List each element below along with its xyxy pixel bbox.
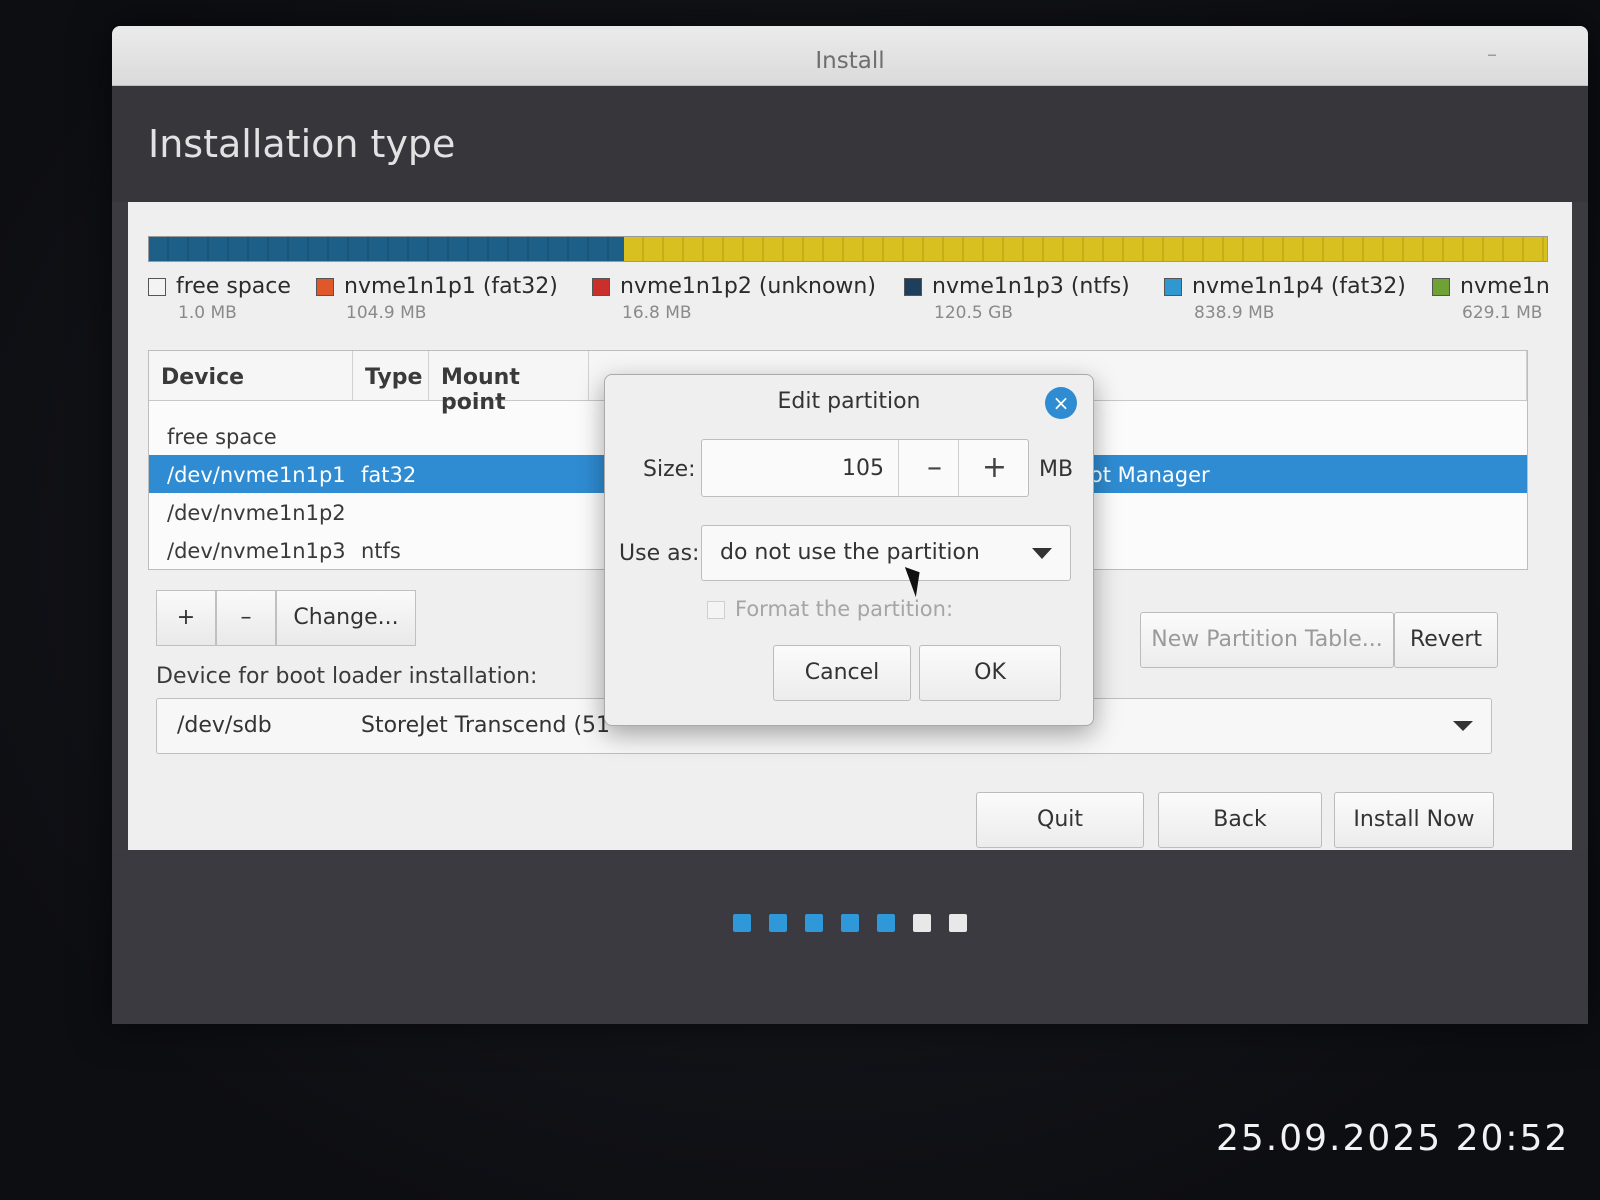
add-partition-button[interactable]: + <box>156 590 216 646</box>
legend-item: nvme1n 629.1 MB <box>1432 274 1550 323</box>
size-unit: MB <box>1039 457 1074 482</box>
progress-dot <box>877 914 895 932</box>
partition-bar-segment-ntfs <box>149 237 625 261</box>
progress-dot <box>841 914 859 932</box>
progress-dot <box>769 914 787 932</box>
page-title: Installation type <box>148 122 456 166</box>
partition-bar-segment-other <box>624 237 1547 261</box>
legend-item: nvme1n1p3 (ntfs) 120.5 GB <box>904 274 1130 323</box>
footer <box>112 850 1588 1024</box>
legend-swatch <box>1164 277 1182 296</box>
size-spinbox[interactable]: 105 – + <box>701 439 1029 497</box>
boot-loader-device-name: StoreJet Transcend (51 <box>361 713 611 738</box>
photo-timestamp: 25.09.2025 20:52 <box>1216 1118 1570 1159</box>
legend-name: nvme1n <box>1460 274 1550 299</box>
format-partition-option[interactable]: Format the partition: <box>707 597 953 621</box>
legend-item: nvme1n1p1 (fat32) 104.9 MB <box>316 274 558 323</box>
row-device: /dev/nvme1n1p3 <box>167 539 346 563</box>
header: Installation type <box>112 86 1588 202</box>
boot-loader-label: Device for boot loader installation: <box>156 664 538 689</box>
column-header-device[interactable]: Device <box>149 351 353 400</box>
legend-swatch <box>592 277 610 296</box>
dialog-close-button[interactable]: × <box>1045 387 1077 419</box>
legend-item: nvme1n1p2 (unknown) 16.8 MB <box>592 274 876 323</box>
legend-size: 838.9 MB <box>1194 303 1275 323</box>
format-checkbox[interactable] <box>707 601 725 619</box>
row-device: /dev/nvme1n1p1 <box>167 463 346 487</box>
legend-size: 120.5 GB <box>934 303 1013 323</box>
size-value[interactable]: 105 <box>702 456 884 481</box>
legend-size: 1.0 MB <box>178 303 237 323</box>
legend-name: nvme1n1p1 (fat32) <box>344 274 558 299</box>
use-as-select[interactable]: do not use the partition <box>701 525 1071 581</box>
size-label: Size: <box>643 457 696 482</box>
use-as-value: do not use the partition <box>720 540 980 565</box>
photo-frame: Install – × Installation type free space… <box>0 0 1600 1200</box>
legend-size: 16.8 MB <box>622 303 692 323</box>
boot-loader-device: /dev/sdb <box>177 713 272 738</box>
column-header-type[interactable]: Type <box>353 351 429 400</box>
increase-size-button[interactable]: + <box>958 440 1030 496</box>
progress-dot <box>733 914 751 932</box>
progress-dot <box>805 914 823 932</box>
legend-swatch <box>904 277 922 296</box>
row-device: free space <box>167 425 277 449</box>
quit-button[interactable]: Quit <box>976 792 1144 848</box>
dialog-ok-button[interactable]: OK <box>919 645 1061 701</box>
partition-bar <box>148 236 1548 262</box>
back-button[interactable]: Back <box>1158 792 1322 848</box>
legend-item: nvme1n1p4 (fat32) 838.9 MB <box>1164 274 1406 323</box>
legend-name: nvme1n1p4 (fat32) <box>1192 274 1406 299</box>
legend-name: nvme1n1p2 (unknown) <box>620 274 876 299</box>
row-type: fat32 <box>361 463 417 487</box>
use-as-label: Use as: <box>619 541 700 566</box>
legend-size: 104.9 MB <box>346 303 427 323</box>
legend-swatch <box>316 277 334 296</box>
chevron-down-icon <box>1453 721 1473 731</box>
row-extra: oot Manager <box>1077 463 1210 487</box>
titlebar: Install – <box>112 26 1588 86</box>
progress-dot <box>913 914 931 932</box>
install-now-button[interactable]: Install Now <box>1334 792 1494 848</box>
chevron-down-icon <box>1032 548 1052 559</box>
row-device: /dev/nvme1n1p2 <box>167 501 346 525</box>
row-type: ntfs <box>361 539 401 563</box>
new-partition-table-button[interactable]: New Partition Table... <box>1140 612 1394 668</box>
minimize-button[interactable]: – <box>1478 40 1506 68</box>
legend-name: free space <box>176 274 291 299</box>
remove-partition-button[interactable]: – <box>216 590 276 646</box>
legend-name: nvme1n1p3 (ntfs) <box>932 274 1130 299</box>
window-title: Install <box>815 48 885 74</box>
partition-legend: free space 1.0 MB nvme1n1p1 (fat32) 104.… <box>148 274 1550 338</box>
legend-swatch <box>1432 277 1450 296</box>
legend-size: 629.1 MB <box>1462 303 1543 323</box>
revert-button[interactable]: Revert <box>1394 612 1498 668</box>
legend-item: free space 1.0 MB <box>148 274 291 323</box>
progress-dots <box>112 914 1588 936</box>
progress-dot <box>949 914 967 932</box>
column-header-mount-point[interactable]: Mount point <box>429 351 589 415</box>
dialog-title: Edit partition <box>777 389 921 414</box>
dialog-cancel-button[interactable]: Cancel <box>773 645 911 701</box>
legend-swatch <box>148 277 166 296</box>
edit-partition-dialog: Edit partition × Size: 105 – + MB Use as… <box>604 374 1094 726</box>
format-label: Format the partition: <box>735 597 954 621</box>
change-partition-button[interactable]: Change... <box>276 590 416 646</box>
